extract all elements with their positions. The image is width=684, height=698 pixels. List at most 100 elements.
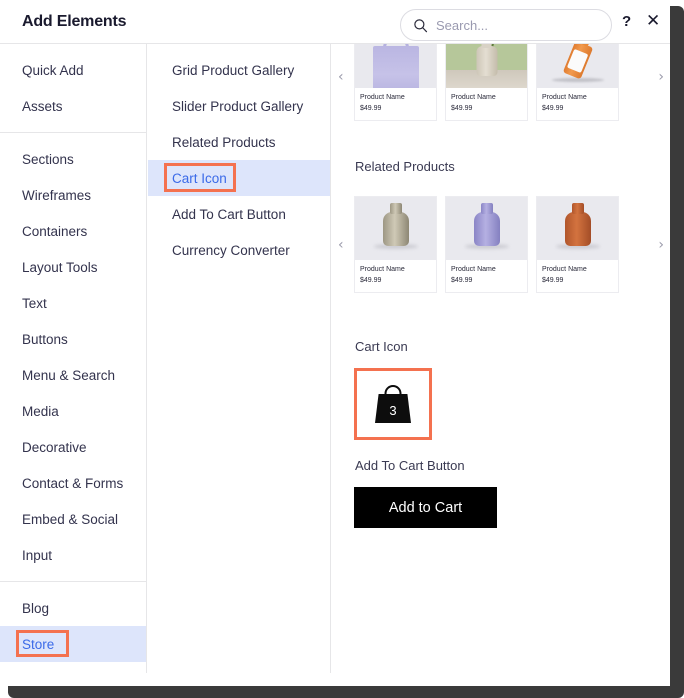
add-to-cart-button[interactable]: Add to Cart (354, 487, 497, 528)
sidebar-item-store[interactable]: Store (0, 626, 146, 662)
product-info: Product Name $49.99 (537, 88, 618, 120)
related-product-card[interactable]: Product Name $49.99 (354, 196, 437, 293)
related-products-carousel: ‹ › Product Name $49.99 Product Name $49… (332, 196, 670, 293)
sublist-item-slider-product-gallery[interactable]: Slider Product Gallery (148, 88, 330, 124)
tote-bag-art (355, 44, 436, 88)
vase-terracotta-art (537, 197, 618, 260)
sublist-spacer (148, 44, 330, 52)
sublist-item-grid-product-gallery[interactable]: Grid Product Gallery (148, 52, 330, 88)
page-title: Add Elements (22, 13, 127, 30)
carousel-track: Product Name $49.99 Product Name $49.99 … (354, 44, 648, 121)
product-image (537, 44, 618, 88)
panel-body: Quick Add Assets Sections Wireframes Con… (0, 44, 670, 673)
sidebar-item-label: Decorative (22, 439, 87, 455)
related-carousel-track: Product Name $49.99 Product Name $49.99 … (354, 196, 648, 293)
element-list: Grid Product Gallery Slider Product Gall… (148, 44, 331, 673)
product-info: Product Name $49.99 (446, 260, 527, 292)
related-prev-icon[interactable]: ‹ (338, 237, 344, 253)
product-price: $49.99 (360, 277, 382, 284)
cart-icon-element[interactable]: 3 (354, 368, 432, 440)
sidebar-item-quick-add[interactable]: Quick Add (0, 52, 146, 88)
sidebar-item-assets[interactable]: Assets (0, 88, 146, 124)
product-name: Product Name (542, 94, 587, 101)
sidebar-item-label: Wireframes (22, 187, 92, 203)
spacer-atc (332, 440, 670, 458)
sublist-item-currency-converter[interactable]: Currency Converter (148, 232, 330, 268)
product-info: Product Name $49.99 (355, 88, 436, 120)
sublist-item-label: Grid Product Gallery (172, 62, 295, 78)
product-image (355, 197, 436, 260)
sidebar-item-blog[interactable]: Blog (0, 590, 146, 626)
sidebar-item-label: Containers (22, 223, 88, 239)
carousel-prev-icon[interactable]: ‹ (338, 69, 344, 85)
sidebar-item-label: Sections (22, 151, 74, 167)
search-icon (414, 18, 428, 32)
vase-with-greens-art (446, 44, 527, 88)
sidebar-group-3: Blog Store (0, 582, 146, 670)
sidebar-group-2: Sections Wireframes Containers Layout To… (0, 133, 146, 581)
product-price: $49.99 (542, 277, 564, 284)
cart-icon-title: Cart Icon (355, 339, 408, 354)
product-price: $49.99 (360, 105, 382, 112)
sidebar-item-buttons[interactable]: Buttons (0, 321, 146, 357)
panel-window: Add Elements ? ✕ Quick Add (0, 0, 670, 686)
related-product-card[interactable]: Product Name $49.99 (536, 196, 619, 293)
sidebar-item-decorative[interactable]: Decorative (0, 429, 146, 465)
sidebar-item-wireframes[interactable]: Wireframes (0, 177, 146, 213)
sublist-item-cart-icon[interactable]: Cart Icon (148, 160, 330, 196)
sublist-item-add-to-cart-button[interactable]: Add To Cart Button (148, 196, 330, 232)
product-image (446, 197, 527, 260)
vase-lavender-art (446, 197, 527, 260)
sidebar-item-label: Media (22, 403, 59, 419)
sidebar-item-label: Layout Tools (22, 259, 98, 275)
sidebar-item-containers[interactable]: Containers (0, 213, 146, 249)
spacer-cart (332, 293, 670, 339)
close-icon[interactable]: ✕ (646, 13, 660, 30)
sidebar-item-layout-tools[interactable]: Layout Tools (0, 249, 146, 285)
preview-pane: ‹ › Product Name $49.99 Product Name $49… (332, 44, 670, 673)
sidebar-group-1: Quick Add Assets (0, 44, 146, 132)
product-name: Product Name (451, 94, 496, 101)
sidebar-item-sections[interactable]: Sections (0, 141, 146, 177)
sublist-item-label: Add To Cart Button (172, 206, 286, 222)
vase-beige-art (355, 197, 436, 260)
product-card[interactable]: Product Name $49.99 (536, 44, 619, 121)
sidebar-item-label: Store (22, 636, 55, 652)
product-card[interactable]: Product Name $49.99 (445, 44, 528, 121)
help-icon[interactable]: ? (622, 14, 631, 30)
product-image (537, 197, 618, 260)
sidebar-item-embed-social[interactable]: Embed & Social (0, 501, 146, 537)
add-elements-panel: Add Elements ? ✕ Quick Add (0, 0, 684, 698)
carousel-next-icon[interactable]: › (658, 69, 664, 85)
window-shadow-right (670, 6, 684, 692)
product-info: Product Name $49.99 (537, 260, 618, 292)
window-shadow-bottom (8, 685, 684, 698)
related-product-card[interactable]: Product Name $49.99 (445, 196, 528, 293)
sidebar-item-label: Text (22, 295, 47, 311)
related-next-icon[interactable]: › (658, 237, 664, 253)
sidebar-item-contact-forms[interactable]: Contact & Forms (0, 465, 146, 501)
sublist-item-label: Currency Converter (172, 242, 290, 258)
spacer-related (332, 121, 670, 159)
sidebar-item-label: Embed & Social (22, 511, 119, 527)
product-card[interactable]: Product Name $49.99 (354, 44, 437, 121)
sidebar-item-input[interactable]: Input (0, 537, 146, 573)
sublist-item-label: Cart Icon (172, 170, 227, 186)
sidebar-item-label: Input (22, 547, 53, 563)
product-name: Product Name (542, 266, 587, 273)
cart-count-badge: 3 (389, 403, 397, 418)
sidebar-item-menu-search[interactable]: Menu & Search (0, 357, 146, 393)
search-box[interactable] (400, 9, 612, 41)
product-name: Product Name (360, 266, 405, 273)
search-input[interactable] (436, 17, 596, 33)
product-image (446, 44, 527, 88)
product-price: $49.99 (451, 105, 473, 112)
sidebar-item-media[interactable]: Media (0, 393, 146, 429)
sublist-item-related-products[interactable]: Related Products (148, 124, 330, 160)
product-image (355, 44, 436, 88)
sidebar-item-text[interactable]: Text (0, 285, 146, 321)
sublist-item-label: Slider Product Gallery (172, 98, 304, 114)
sidebar-item-label: Blog (22, 600, 50, 616)
shopping-bag-icon: 3 (374, 385, 412, 423)
product-price: $49.99 (451, 277, 473, 284)
